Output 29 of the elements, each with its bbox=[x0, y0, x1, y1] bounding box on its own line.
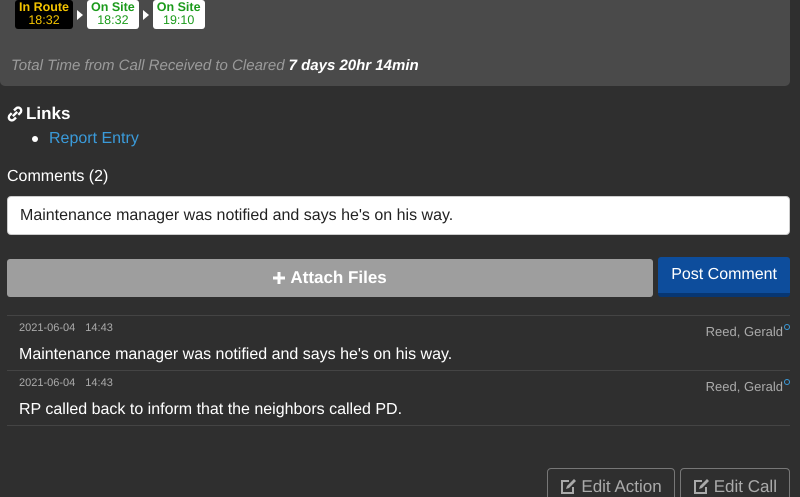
links-title: Links bbox=[26, 104, 70, 124]
comments-title: Comments (2) bbox=[7, 168, 110, 186]
status-icon bbox=[784, 324, 790, 330]
post-comment-button[interactable]: Post Comment bbox=[658, 257, 790, 297]
comment-time: 14:43 bbox=[85, 377, 113, 389]
arrow-icon bbox=[77, 10, 83, 20]
plus-icon bbox=[273, 272, 286, 284]
link-icon bbox=[7, 106, 23, 122]
comment-author: Reed, Gerald bbox=[706, 324, 783, 339]
comment-text: RP called back to inform that the neighbors called PD. bbox=[19, 401, 404, 419]
comment-time: 14:43 bbox=[85, 322, 113, 334]
bullet-icon bbox=[32, 136, 38, 142]
edit-button[interactable]: Edit Call bbox=[680, 468, 790, 497]
comment-author: Reed, Gerald bbox=[706, 379, 783, 394]
edit-icon bbox=[692, 479, 710, 495]
status-chip: On Site 19:10 bbox=[152, 0, 205, 29]
total-time-value: 7 days 20hr 14min bbox=[288, 57, 419, 74]
comment-date: 2021-06-04 bbox=[19, 322, 76, 334]
total-time-label: Total Time from Call Received to Cleared bbox=[11, 57, 285, 74]
edit-button[interactable]: Edit Action bbox=[547, 468, 675, 497]
comment-field[interactable]: Maintenance manager was notified and says he's on his way. bbox=[7, 196, 790, 235]
comment-text: Maintenance manager was notified and says he's on his way. bbox=[19, 346, 454, 364]
status-chip: On Site 18:32 bbox=[87, 0, 139, 29]
status-chip: In Route 18:32 bbox=[15, 0, 73, 29]
comment-date: 2021-06-04 bbox=[19, 377, 76, 389]
status-icon bbox=[784, 379, 790, 385]
report-link[interactable]: Report Entry bbox=[49, 130, 139, 148]
arrow-icon bbox=[142, 10, 149, 20]
edit-icon bbox=[560, 479, 578, 495]
